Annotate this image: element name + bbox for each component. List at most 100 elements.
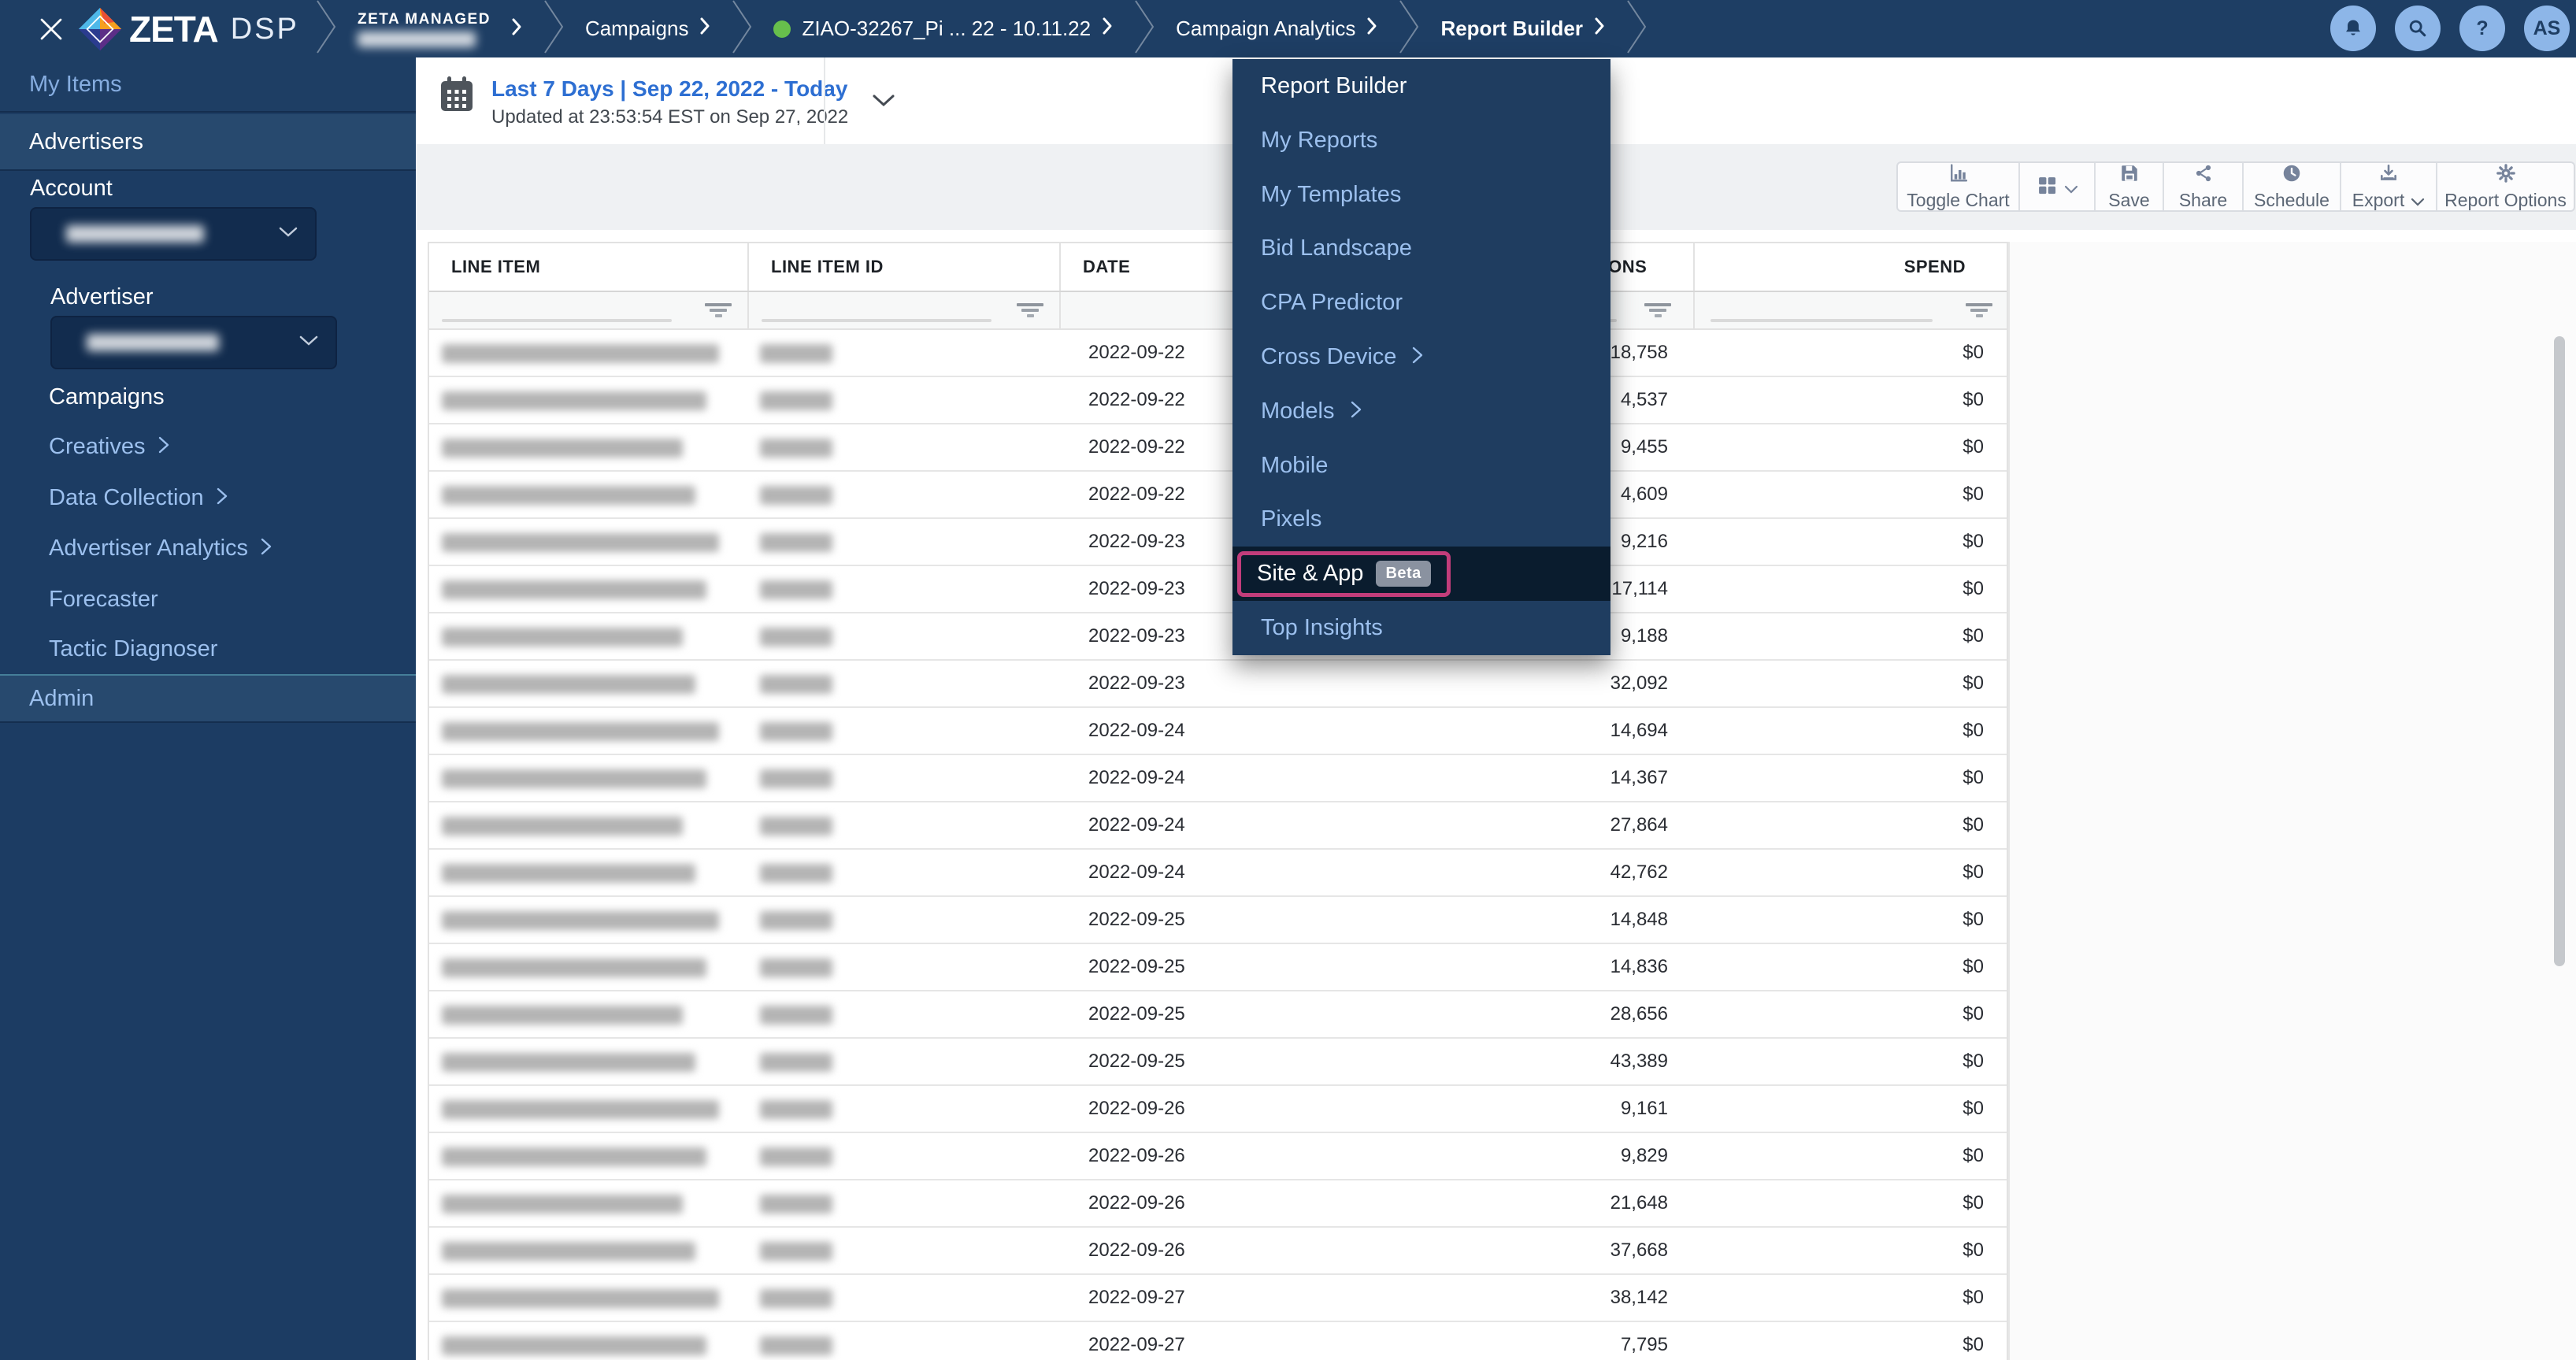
- table-row[interactable]: 2022-09-269,161$0: [429, 1086, 2007, 1133]
- breadcrumb-campaigns[interactable]: Campaigns: [585, 17, 711, 41]
- toolbar-button-report-options[interactable]: Report Options: [2436, 163, 2574, 210]
- cell-spend: $0: [1963, 342, 1984, 364]
- chevron-down-icon: [299, 335, 318, 350]
- sidebar-item-tactic-diagnoser[interactable]: Tactic Diagnoser: [49, 636, 217, 662]
- filter-icon[interactable]: [1966, 303, 1992, 317]
- close-icon[interactable]: [35, 13, 68, 46]
- filter-input[interactable]: [762, 319, 991, 322]
- toolbar-button-toggle-chart[interactable]: Toggle Chart: [1898, 163, 2018, 210]
- breadcrumb-account[interactable]: ZETA MANAGED: [358, 11, 491, 47]
- breadcrumb-separator-icon: [1625, 0, 1648, 57]
- table-row[interactable]: 2022-09-2414,367$0: [429, 755, 2007, 802]
- filter-input[interactable]: [1711, 319, 1933, 322]
- breadcrumb-ziao-32267-pi-22-10-11-22[interactable]: ZIAO-32267_Pi ... 22 - 10.11.22: [773, 17, 1113, 41]
- sidebar-item-creatives[interactable]: Creatives: [49, 434, 169, 460]
- toolbar-button-share[interactable]: Share: [2163, 163, 2242, 210]
- toolbar-button-label: Toggle Chart: [1907, 190, 2009, 211]
- table-row[interactable]: 2022-09-2637,668$0: [429, 1228, 2007, 1275]
- menu-item-pixels[interactable]: Pixels: [1232, 493, 1610, 547]
- sidebar-item-campaigns[interactable]: Campaigns: [49, 384, 165, 410]
- zeta-dsp-logo[interactable]: ZETA DSP: [77, 6, 299, 53]
- table-row[interactable]: 2022-09-239,216$0: [429, 519, 2007, 566]
- table-row[interactable]: 2022-09-269,829$0: [429, 1133, 2007, 1180]
- masked-line-item-id: [760, 1006, 832, 1025]
- column-header-spend[interactable]: SPEND: [1693, 243, 2010, 291]
- sidebar-item-forecaster[interactable]: Forecaster: [49, 587, 158, 613]
- toolbar-button-view-grid[interactable]: [2018, 163, 2094, 210]
- table-row[interactable]: 2022-09-277,795$0: [429, 1322, 2007, 1360]
- sidebar-item-admin[interactable]: Admin: [0, 674, 416, 723]
- table-row[interactable]: 2022-09-224,609$0: [429, 472, 2007, 519]
- menu-item-top-insights[interactable]: Top Insights: [1232, 601, 1610, 655]
- masked-line-item: [442, 1289, 719, 1308]
- menu-item-site-app[interactable]: Site & AppBeta: [1232, 547, 1610, 601]
- table-row[interactable]: 2022-09-2514,836$0: [429, 944, 2007, 991]
- sidebar-item-data-collection[interactable]: Data Collection: [49, 485, 228, 511]
- advertiser-select[interactable]: [50, 316, 337, 369]
- toolbar-button-label: Share: [2179, 190, 2227, 211]
- menu-item-my-reports[interactable]: My Reports: [1232, 113, 1610, 168]
- masked-line-item-id: [760, 864, 832, 883]
- menu-item-my-templates[interactable]: My Templates: [1232, 168, 1610, 222]
- chevron-down-icon: [2411, 190, 2425, 211]
- account-select[interactable]: [30, 207, 317, 261]
- column-header-line-item-id[interactable]: LINE ITEM ID: [747, 243, 1059, 291]
- toolbar-button-label: Schedule: [2254, 190, 2330, 211]
- breadcrumb-report-builder[interactable]: Report Builder: [1440, 17, 1605, 41]
- table-row[interactable]: 2022-09-2621,648$0: [429, 1180, 2007, 1228]
- masked-line-item: [442, 1100, 719, 1119]
- cell-date: 2022-09-25: [1088, 1003, 1185, 1025]
- cell-spend: $0: [1963, 1192, 1984, 1214]
- menu-item-cross-device[interactable]: Cross Device: [1232, 330, 1610, 384]
- help-icon[interactable]: ?: [2459, 6, 2505, 51]
- menu-item-bid-landscape[interactable]: Bid Landscape: [1232, 221, 1610, 276]
- sidebar-item-advertiser-analytics[interactable]: Advertiser Analytics: [49, 535, 272, 561]
- table-row[interactable]: 2022-09-2543,389$0: [429, 1039, 2007, 1086]
- filter-input[interactable]: [442, 319, 672, 322]
- toolbar-button-label: Save: [2108, 190, 2149, 211]
- menu-item-mobile[interactable]: Mobile: [1232, 439, 1610, 493]
- cell-impressions: 27,864: [1610, 814, 1668, 836]
- bell-icon[interactable]: [2330, 6, 2376, 51]
- menu-item-report-builder[interactable]: Report Builder: [1232, 59, 1610, 113]
- date-range-picker[interactable]: Last 7 Days | Sep 22, 2022 - Today Updat…: [439, 76, 895, 128]
- filter-icon[interactable]: [705, 303, 732, 317]
- sidebar-item-my-items[interactable]: My Items: [0, 57, 416, 113]
- menu-item-cpa-predictor[interactable]: CPA Predictor: [1232, 276, 1610, 330]
- menu-item-label: Site & App: [1257, 561, 1363, 587]
- table-row[interactable]: 2022-09-2317,114$0: [429, 566, 2007, 613]
- toolbar-button-export[interactable]: Export: [2340, 163, 2436, 210]
- masked-line-item-id: [760, 486, 832, 505]
- table-row[interactable]: 2022-09-224,537$0: [429, 377, 2007, 424]
- chevron-right-icon: [1412, 344, 1423, 370]
- table-row[interactable]: 2022-09-2514,848$0: [429, 897, 2007, 944]
- table-row[interactable]: 2022-09-2738,142$0: [429, 1275, 2007, 1322]
- table-row[interactable]: 2022-09-2442,762$0: [429, 850, 2007, 897]
- table-row[interactable]: 2022-09-239,188$0: [429, 613, 2007, 661]
- table-row[interactable]: 2022-09-2218,758$0: [429, 330, 2007, 377]
- vertical-scrollbar[interactable]: [2554, 336, 2565, 966]
- menu-item-models[interactable]: Models: [1232, 384, 1610, 439]
- masked-line-item-id: [760, 722, 832, 741]
- sidebar-item-advertisers[interactable]: Advertisers: [0, 114, 416, 171]
- table-row[interactable]: 2022-09-2414,694$0: [429, 708, 2007, 755]
- toolbar-button-schedule[interactable]: Schedule: [2242, 163, 2340, 210]
- table-row[interactable]: 2022-09-2332,092$0: [429, 661, 2007, 708]
- breadcrumb-campaign-analytics[interactable]: Campaign Analytics: [1176, 17, 1377, 41]
- menu-item-label: Pixels: [1261, 506, 1321, 532]
- masked-line-item: [442, 817, 683, 836]
- filter-icon[interactable]: [1644, 303, 1671, 317]
- table-row[interactable]: 2022-09-2427,864$0: [429, 802, 2007, 850]
- search-icon[interactable]: [2395, 6, 2441, 51]
- table-row[interactable]: 2022-09-229,455$0: [429, 424, 2007, 472]
- masked-line-item-id: [760, 1242, 832, 1261]
- menu-item-label: My Templates: [1261, 182, 1401, 208]
- menu-item-label: Top Insights: [1261, 615, 1383, 641]
- toolbar-button-save[interactable]: Save: [2094, 163, 2163, 210]
- filter-icon[interactable]: [1017, 303, 1043, 317]
- table-row[interactable]: 2022-09-2528,656$0: [429, 991, 2007, 1039]
- divider: [824, 57, 825, 144]
- column-header-line-item[interactable]: LINE ITEM: [429, 243, 747, 291]
- avatar[interactable]: AS: [2524, 6, 2570, 51]
- menu-item-label: Mobile: [1261, 453, 1328, 479]
